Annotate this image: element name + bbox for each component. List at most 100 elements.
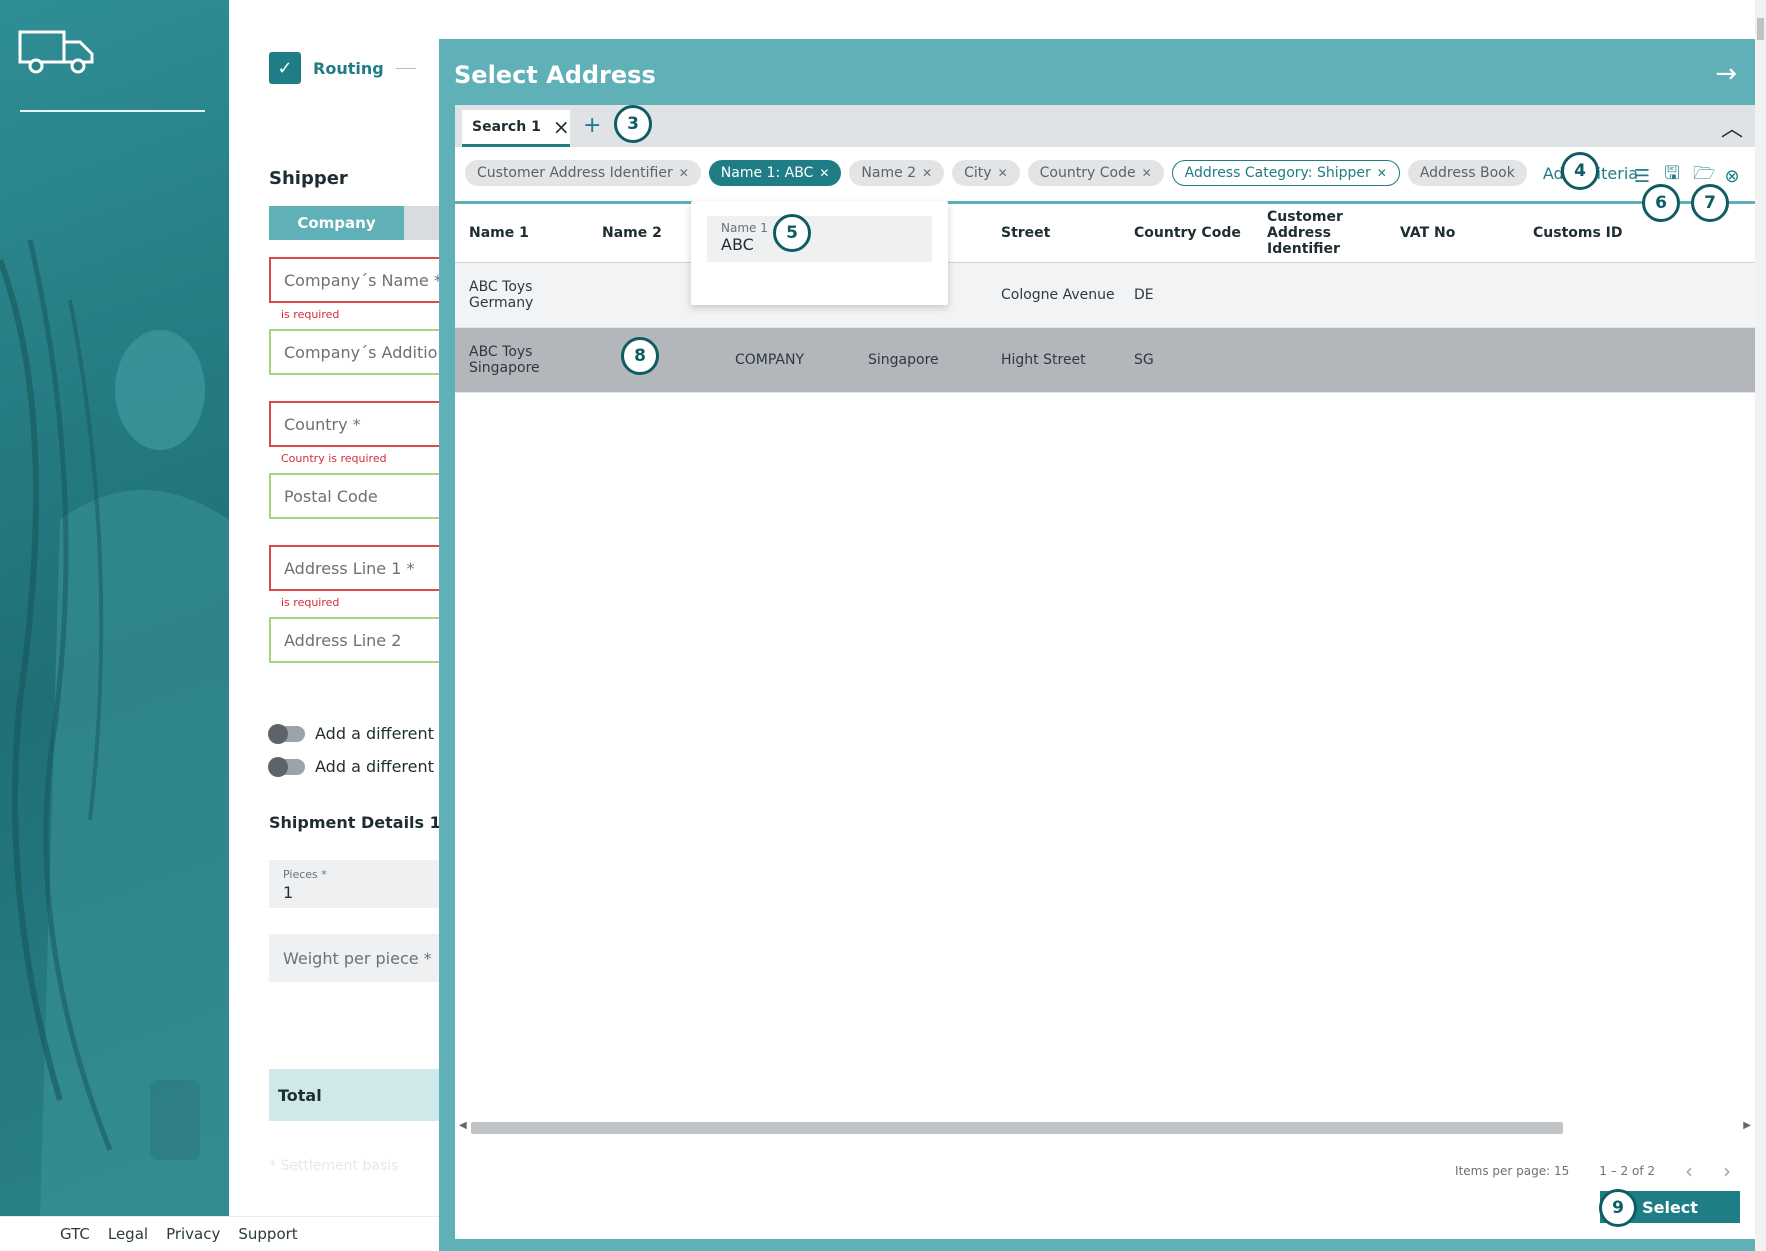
truck-icon[interactable]: [18, 28, 96, 76]
support-link[interactable]: Support: [238, 1225, 297, 1243]
table-row[interactable]: ABC Toys Germany ourg Cologne Avenue DE: [455, 263, 1755, 328]
column-country-code[interactable]: Country Code: [1134, 204, 1241, 262]
scroll-left-icon[interactable]: ◀: [459, 1120, 467, 1131]
page-range: 1 – 2 of 2: [1599, 1164, 1655, 1178]
cell-country-code: SG: [1134, 352, 1154, 368]
filter-chip-city[interactable]: City ✕: [952, 160, 1020, 186]
filter-chip-country-code[interactable]: Country Code ✕: [1027, 160, 1164, 186]
remove-chip-icon[interactable]: ✕: [1142, 166, 1152, 180]
horizontal-scrollbar[interactable]: ◀ ▶: [459, 1120, 1751, 1134]
cell-street: Hight Street: [1001, 352, 1086, 368]
column-vat-no[interactable]: VAT No: [1400, 204, 1455, 262]
name-1-filter-input[interactable]: Name 1 ABC: [707, 216, 932, 262]
callout-badge: 3: [614, 105, 652, 143]
callout-badge: 4: [1561, 152, 1599, 190]
shipment-details-title: Shipment Details 1: [269, 813, 441, 832]
chevron-up-icon[interactable]: ︿: [1721, 111, 1743, 143]
step-connector: [395, 67, 416, 69]
filter-input-value: ABC: [721, 235, 754, 254]
remove-chip-icon[interactable]: ✕: [922, 166, 932, 180]
callout-badge: 9: [1599, 1189, 1637, 1227]
company-tab[interactable]: Company: [269, 206, 404, 240]
address-line-1-error: is required: [281, 596, 340, 609]
cell-street: Cologne Avenue: [1001, 287, 1115, 303]
name-1-filter-popup: Name 1 ABC: [691, 201, 948, 305]
company-name-error: is required: [281, 308, 340, 321]
total-row: Total: [269, 1069, 449, 1121]
page-scrollbar[interactable]: [1755, 0, 1766, 1251]
shipper-title: Shipper: [269, 168, 348, 189]
toggle-label: Add a different in: [315, 757, 454, 776]
items-per-page[interactable]: Items per page: 15: [1455, 1164, 1569, 1178]
weight-per-piece-field[interactable]: Weight per piece *: [269, 934, 439, 982]
tab-search-1[interactable]: Search 1 ×: [462, 110, 570, 147]
scrollbar-thumb[interactable]: [471, 1122, 1563, 1134]
callout-badge: 5: [773, 214, 811, 252]
privacy-link[interactable]: Privacy: [166, 1225, 220, 1243]
cell-name-1: ABC Toys Singapore: [469, 344, 540, 376]
dialog-title: Select Address: [454, 61, 656, 89]
column-street[interactable]: Street: [1001, 204, 1050, 262]
column-customs-id[interactable]: Customs ID: [1533, 204, 1623, 262]
scroll-right-icon[interactable]: ▶: [1743, 1120, 1751, 1131]
list-icon[interactable]: ☰: [1633, 166, 1651, 187]
clear-circle-icon[interactable]: ⊗: [1723, 166, 1741, 187]
routing-label: Routing: [313, 58, 384, 78]
chip-label: Name 1: ABC: [720, 165, 814, 181]
pieces-label: Pieces *: [283, 868, 327, 881]
paginator: Items per page: 15 1 – 2 of 2 ‹ ›: [1455, 1159, 1731, 1183]
pieces-field[interactable]: Pieces * 1: [269, 860, 439, 908]
toggle-switch[interactable]: [268, 756, 305, 777]
tab-label: Search 1: [472, 119, 541, 135]
different-invoice-toggle[interactable]: Add a different in: [268, 756, 454, 777]
filter-chip-name-2[interactable]: Name 2 ✕: [849, 160, 945, 186]
different-pickup-toggle[interactable]: Add a different p: [268, 723, 450, 744]
filter-chip-name-1[interactable]: Name 1: ABC ✕: [708, 160, 842, 186]
cell-name-1: ABC Toys Germany: [469, 279, 534, 311]
table-header: Name 1 Name 2 Street Country Code Custom…: [455, 201, 1755, 263]
chip-label: Country Code: [1039, 165, 1136, 181]
filter-chip-address-book[interactable]: Address Book: [1407, 160, 1527, 186]
select-address-dialog: Select Address → Search 1 × + ︿ Customer…: [439, 39, 1755, 1251]
callout-badge: 7: [1691, 184, 1729, 222]
routing-step[interactable]: ✓ Routing: [269, 52, 416, 84]
close-tab-icon[interactable]: ×: [553, 115, 570, 139]
next-page-icon[interactable]: ›: [1723, 1159, 1731, 1183]
filter-chip-address-category[interactable]: Address Category: Shipper ✕: [1171, 160, 1400, 186]
chip-label: Address Book: [1419, 165, 1515, 181]
arrow-right-close-icon[interactable]: →: [1715, 61, 1737, 87]
filter-chip-customer-address-identifier[interactable]: Customer Address Identifier ✕: [465, 160, 701, 186]
filter-input-label: Name 1: [721, 221, 768, 235]
cell-country-code: DE: [1134, 287, 1154, 303]
page-scrollbar-thumb[interactable]: [1757, 18, 1764, 40]
chip-label: Address Category: Shipper: [1184, 165, 1371, 181]
column-name-2[interactable]: Name 2: [602, 204, 662, 262]
toggle-switch[interactable]: [268, 723, 305, 744]
cell-city: Singapore: [868, 352, 939, 368]
country-error: Country is required: [281, 452, 387, 465]
add-tab-icon[interactable]: +: [583, 113, 601, 138]
column-name-1[interactable]: Name 1: [469, 204, 529, 262]
callout-badge: 8: [621, 337, 659, 375]
logo-divider: [20, 110, 205, 112]
check-icon: ✓: [269, 52, 301, 84]
worker-photo: [0, 239, 229, 1216]
remove-chip-icon[interactable]: ✕: [1377, 166, 1387, 180]
chip-label: Name 2: [861, 165, 917, 181]
filter-chip-row: Customer Address Identifier ✕ Name 1: ABC…: [465, 159, 1638, 187]
dialog-content: Search 1 × + ︿ Customer Address Identifi…: [455, 105, 1755, 1239]
previous-page-icon[interactable]: ‹: [1685, 1159, 1693, 1183]
pieces-value: 1: [283, 883, 294, 902]
footer-links: GTC Legal Privacy Support: [0, 1216, 440, 1251]
gtc-link[interactable]: GTC: [60, 1225, 90, 1243]
column-customer-address-identifier[interactable]: Customer Address Identifier: [1267, 204, 1357, 262]
legal-link[interactable]: Legal: [108, 1225, 148, 1243]
remove-chip-icon[interactable]: ✕: [679, 166, 689, 180]
remove-chip-icon[interactable]: ✕: [998, 166, 1008, 180]
chip-label: City: [964, 165, 992, 181]
toggle-label: Add a different p: [315, 724, 450, 743]
settlement-basis-text: * Settlement basis: [269, 1158, 399, 1174]
cell-category: COMPANY: [735, 352, 805, 368]
person-tab[interactable]: [404, 206, 444, 240]
remove-chip-icon[interactable]: ✕: [819, 166, 829, 180]
